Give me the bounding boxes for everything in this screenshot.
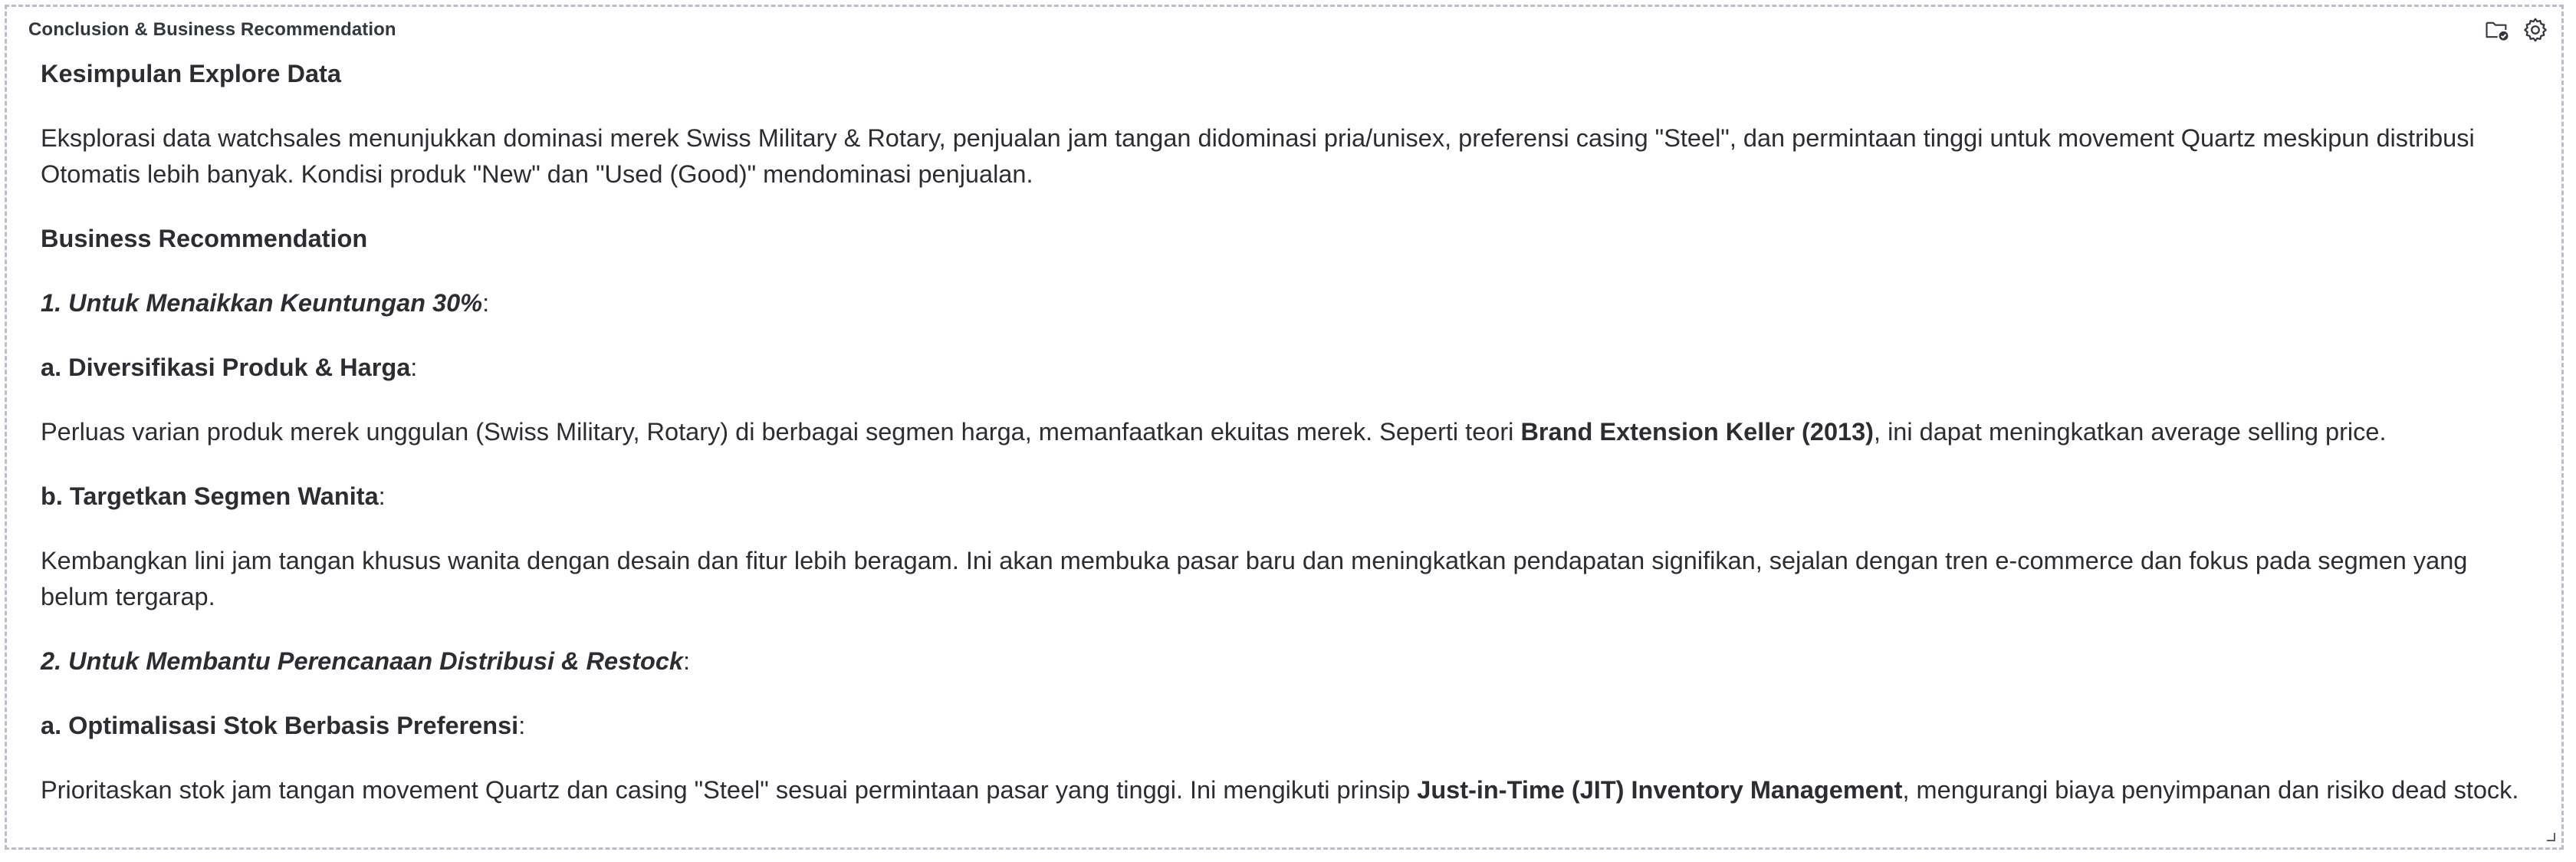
business-recommendation-heading: Business Recommendation [41, 225, 368, 252]
section1-title: 1. Untuk Menaikkan Keuntungan 30%: [41, 289, 490, 317]
section1-b-title: b. Targetkan Segmen Wanita: [41, 482, 386, 510]
panel-actions [2482, 13, 2551, 47]
markdown-content: Kesimpulan Explore Data Eksplorasi data … [41, 56, 2525, 837]
brand-extension-reference: Brand Extension Keller (2013) [1520, 418, 1875, 446]
folder-check-icon[interactable] [2482, 15, 2512, 45]
jit-reference: Just-in-Time (JIT) Inventory Management [1417, 776, 1903, 804]
explore-paragraph: Eksplorasi data watchsales menunjukkan d… [41, 124, 2475, 188]
panel-title: Conclusion & Business Recommendation [28, 19, 396, 40]
section1-a-text: Perluas varian produk merek unggulan (Sw… [41, 418, 2387, 446]
section1-b-text: Kembangkan lini jam tangan khusus wanita… [41, 547, 2468, 610]
markdown-panel: Conclusion & Business Recommendation Kes… [5, 5, 2564, 850]
section1-a-title: a. Diversifikasi Produk & Harga: [41, 354, 418, 381]
explore-heading: Kesimpulan Explore Data [41, 60, 341, 87]
section2-a-title: a. Optimalisasi Stok Berbasis Preferensi… [41, 712, 526, 739]
gear-icon[interactable] [2520, 15, 2551, 45]
section2-title: 2. Untuk Membantu Perencanaan Distribusi… [41, 647, 691, 675]
section2-a-text: Prioritaskan stok jam tangan movement Qu… [41, 776, 2519, 804]
resize-handle[interactable] [2545, 831, 2555, 841]
